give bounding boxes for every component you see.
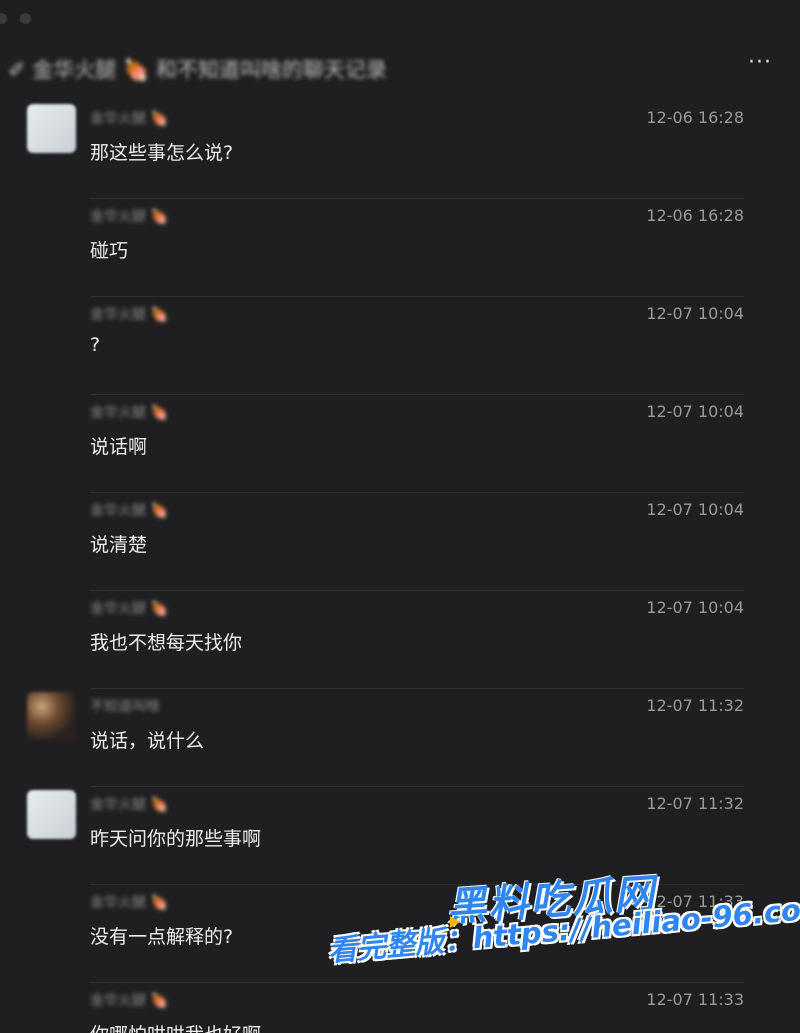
ham-emoji-icon: 🍖 bbox=[146, 895, 168, 911]
message-sender: 金华火腿 🍖 bbox=[90, 990, 168, 1010]
message-text: 没有一点解释的? bbox=[90, 926, 234, 948]
message-sender: 不知道叫啥 bbox=[90, 696, 160, 716]
message-divider bbox=[90, 688, 744, 689]
message-time: 12-07 10:04 bbox=[646, 304, 744, 323]
message-row[interactable]: 金华火腿 🍖 12-06 16:28 那这些事怎么说? bbox=[0, 100, 800, 198]
message-time: 12-07 11:33 bbox=[646, 990, 744, 1009]
chat-title-name: 金华火腿 bbox=[32, 58, 117, 82]
message-text: ? bbox=[90, 334, 101, 356]
message-time: 12-06 16:28 bbox=[646, 206, 744, 225]
avatar[interactable] bbox=[27, 104, 76, 153]
ham-emoji-icon: 🍖 bbox=[146, 503, 168, 519]
ham-emoji-icon: 🍖 bbox=[146, 797, 168, 813]
message-time: 12-07 11:32 bbox=[646, 794, 744, 813]
ham-emoji-icon: 🍖 bbox=[122, 58, 150, 82]
message-row[interactable]: 金华火腿 🍖 12-06 16:28 碰巧 bbox=[0, 198, 800, 296]
message-row[interactable]: 金华火腿 🍖 12-07 10:04? bbox=[0, 296, 800, 394]
pin-icon: ✐ bbox=[8, 58, 26, 82]
message-text: 那这些事怎么说? bbox=[90, 142, 234, 164]
ham-emoji-icon: 🍖 bbox=[146, 993, 168, 1009]
message-sender: 金华火腿 🍖 bbox=[90, 892, 168, 912]
message-row[interactable]: 金华火腿 🍖 12-07 11:33 你哪怕哄哄我也好啊 bbox=[0, 982, 800, 1033]
message-sender: 金华火腿 🍖 bbox=[90, 206, 168, 226]
message-text: 碰巧 bbox=[90, 240, 129, 262]
sender-name: 金华火腿 bbox=[90, 797, 146, 813]
message-sender: 金华火腿 🍖 bbox=[90, 402, 168, 422]
message-row[interactable]: 金华火腿 🍖 12-07 10:04 我也不想每天找你 bbox=[0, 590, 800, 688]
ham-emoji-icon: 🍖 bbox=[146, 405, 168, 421]
message-divider bbox=[90, 884, 744, 885]
message-divider bbox=[90, 296, 744, 297]
sender-name: 金华火腿 bbox=[90, 993, 146, 1009]
chat-window: ✐ 金华火腿 🍖 和不知道叫啥的聊天记录 ··· 金华火腿 🍖 12-06 16:… bbox=[0, 0, 800, 1033]
message-time: 12-07 11:32 bbox=[646, 696, 744, 715]
message-text: 说话啊 bbox=[90, 436, 148, 458]
sender-name: 金华火腿 bbox=[90, 601, 146, 617]
chat-header: ✐ 金华火腿 🍖 和不知道叫啥的聊天记录 ··· bbox=[0, 44, 800, 88]
ham-emoji-icon: 🍖 bbox=[146, 209, 168, 225]
message-text: 昨天问你的那些事啊 bbox=[90, 828, 262, 850]
message-row[interactable]: 金华火腿 🍖 12-07 11:33 没有一点解释的? bbox=[0, 884, 800, 982]
message-row[interactable]: 金华火腿 🍖 12-07 10:04 说话啊 bbox=[0, 394, 800, 492]
ham-emoji-icon: 🍖 bbox=[146, 307, 168, 323]
sender-name: 金华火腿 bbox=[90, 209, 146, 225]
message-divider bbox=[90, 492, 744, 493]
message-divider bbox=[90, 198, 744, 199]
close-window-icon[interactable] bbox=[0, 13, 7, 24]
ham-emoji-icon: 🍖 bbox=[146, 601, 168, 617]
message-text: 说清楚 bbox=[90, 534, 148, 556]
message-row[interactable]: 金华火腿 🍖 12-07 11:32 昨天问你的那些事啊 bbox=[0, 786, 800, 884]
message-row[interactable]: 不知道叫啥 12-07 11:32 说话，说什么 bbox=[0, 688, 800, 786]
sender-name: 不知道叫啥 bbox=[90, 699, 160, 715]
message-time: 12-06 16:28 bbox=[646, 108, 744, 127]
message-time: 12-07 10:04 bbox=[646, 402, 744, 421]
message-sender: 金华火腿 🍖 bbox=[90, 108, 168, 128]
title-bar bbox=[0, 0, 800, 36]
message-text: 说话，说什么 bbox=[90, 730, 205, 752]
sender-name: 金华火腿 bbox=[90, 895, 146, 911]
message-text: 你哪怕哄哄我也好啊 bbox=[90, 1020, 261, 1033]
chat-title-suffix: 和不知道叫啥的聊天记录 bbox=[155, 58, 387, 82]
avatar[interactable] bbox=[27, 790, 76, 839]
sender-name: 金华火腿 bbox=[90, 307, 146, 323]
message-sender: 金华火腿 🍖 bbox=[90, 500, 168, 520]
message-sender: 金华火腿 🍖 bbox=[90, 794, 168, 814]
minimize-window-icon[interactable] bbox=[20, 13, 31, 24]
sender-name: 金华火腿 bbox=[90, 111, 146, 127]
ham-emoji-icon: 🍖 bbox=[146, 111, 168, 127]
more-options-button[interactable]: ··· bbox=[748, 50, 772, 75]
message-sender: 金华火腿 🍖 bbox=[90, 304, 168, 324]
message-text: 我也不想每天找你 bbox=[90, 632, 243, 654]
message-divider bbox=[90, 786, 744, 787]
sender-name: 金华火腿 bbox=[90, 405, 146, 421]
message-time: 12-07 10:04 bbox=[646, 598, 744, 617]
message-divider bbox=[90, 982, 744, 983]
message-sender: 金华火腿 🍖 bbox=[90, 598, 168, 618]
sender-name: 金华火腿 bbox=[90, 503, 146, 519]
message-row[interactable]: 金华火腿 🍖 12-07 10:04 说清楚 bbox=[0, 492, 800, 590]
chat-title: ✐ 金华火腿 🍖 和不知道叫啥的聊天记录 bbox=[8, 54, 387, 84]
message-divider bbox=[90, 394, 744, 395]
message-divider bbox=[90, 590, 744, 591]
message-time: 12-07 11:33 bbox=[646, 892, 744, 911]
avatar[interactable] bbox=[27, 692, 76, 741]
message-time: 12-07 10:04 bbox=[646, 500, 744, 519]
